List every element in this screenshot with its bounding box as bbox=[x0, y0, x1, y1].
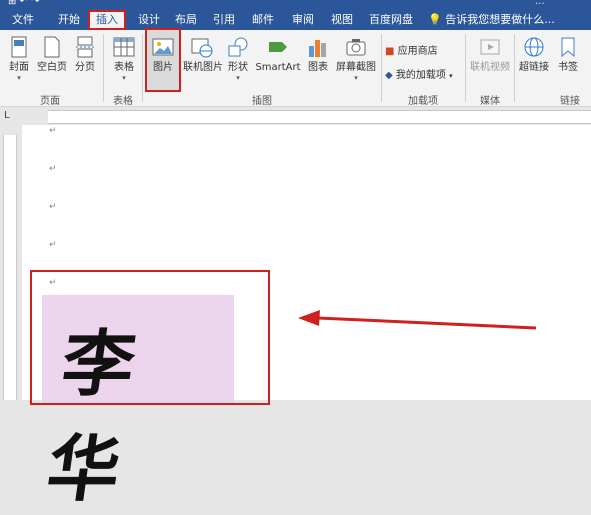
red-arrow-icon bbox=[317, 316, 537, 330]
arrow-head-icon bbox=[298, 310, 320, 326]
annotation-arrow-layer bbox=[298, 310, 537, 330]
